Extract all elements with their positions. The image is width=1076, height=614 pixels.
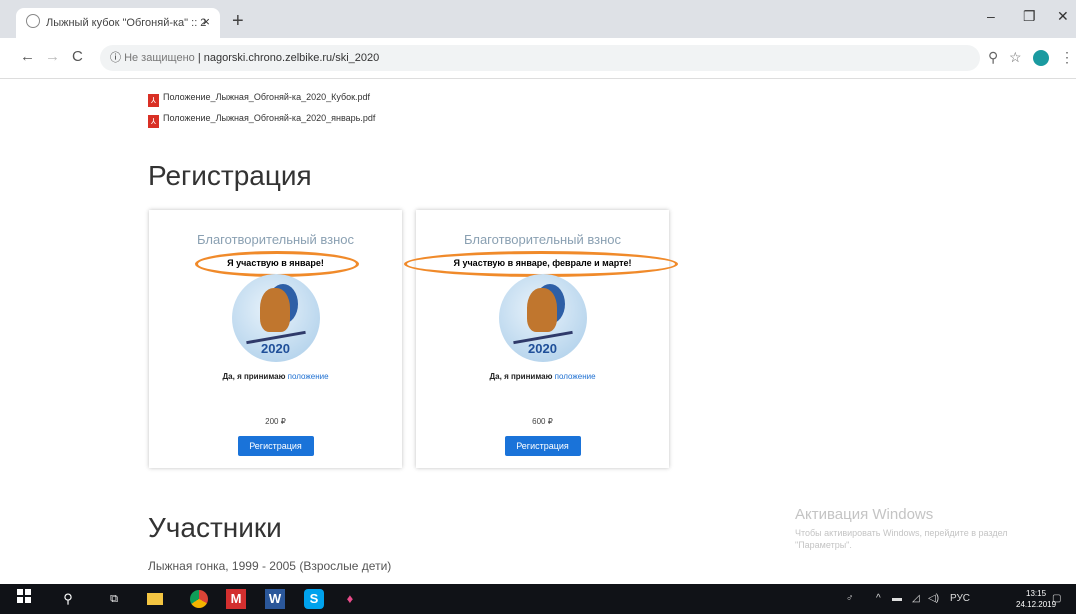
regulations-link[interactable]: положение: [288, 372, 329, 381]
reload-button[interactable]: C: [72, 48, 83, 65]
price: 200 ₽: [265, 417, 286, 426]
start-button[interactable]: [14, 589, 34, 609]
browser-toolbar: ← → C ⓘ Не защищено | nagorski.chrono.ze…: [0, 38, 1076, 79]
tab-title: Лыжный кубок "Обгоняй-ка" :: 2: [46, 17, 207, 29]
minimize-button[interactable]: –: [987, 8, 995, 24]
search-icon[interactable]: ⚲: [58, 589, 78, 609]
category-label: Лыжная гонка, 1999 - 2005 (Взрослые дети…: [148, 559, 392, 573]
registration-heading: Регистрация: [148, 160, 312, 191]
skype-icon[interactable]: S: [304, 589, 324, 609]
notifications-icon[interactable]: ▢: [1052, 593, 1061, 604]
address-bar[interactable]: ⓘ Не защищено | nagorski.chrono.zelbike.…: [100, 45, 980, 71]
zoom-icon[interactable]: ⚲: [988, 49, 998, 66]
maximize-button[interactable]: ❐: [1023, 8, 1036, 25]
mail-app-icon[interactable]: M: [226, 589, 246, 609]
pdf-link-2[interactable]: ⅄ Положение_Лыжная_Обгоняй-ка_2020_январь…: [148, 113, 375, 128]
windows-activation-watermark: Активация Windows Чтобы активировать Win…: [795, 506, 1008, 550]
pdf-icon: ⅄: [148, 94, 159, 107]
logo-year: 2020: [261, 341, 290, 356]
tray-chevron-icon[interactable]: ^: [876, 593, 881, 604]
card-title: Благотворительный взнос: [196, 232, 355, 247]
registration-card-season: Благотворительный взнос Я участвую в янв…: [404, 210, 678, 468]
system-clock[interactable]: 13:15 24.12.2019: [1016, 588, 1056, 610]
word-icon[interactable]: W: [265, 589, 285, 609]
info-icon[interactable]: ⓘ: [110, 52, 124, 64]
register-button[interactable]: Регистрация: [237, 436, 314, 456]
insecure-label: Не защищено: [124, 52, 195, 64]
volume-icon[interactable]: ◁): [928, 593, 939, 604]
profile-avatar[interactable]: [1033, 50, 1049, 66]
browser-menu-icon[interactable]: ⋮: [1060, 49, 1074, 66]
logo-year: 2020: [528, 341, 557, 356]
pdf-icon: ⅄: [148, 115, 159, 128]
participants-heading: Участники: [148, 512, 282, 543]
battery-icon[interactable]: ▬: [892, 593, 902, 604]
registration-card-january: Благотворительный взнос Я участвую в янв…: [149, 210, 402, 468]
tab-close-icon[interactable]: ×: [202, 14, 210, 29]
new-tab-button[interactable]: +: [232, 10, 244, 33]
agree-text: Да, я принимаю положение: [222, 372, 329, 381]
page-favicon-icon: [26, 14, 40, 28]
register-button[interactable]: Регистрация: [504, 436, 581, 456]
url-text[interactable]: nagorski.chrono.zelbike.ru/ski_2020: [204, 52, 380, 64]
file-explorer-icon[interactable]: [145, 589, 165, 609]
bookmark-star-icon[interactable]: ☆: [1009, 49, 1022, 66]
pdf-link-1[interactable]: ⅄ Положение_Лыжная_Обгоняй-ка_2020_Кубок.…: [148, 92, 370, 107]
network-icon[interactable]: ◿: [912, 593, 920, 604]
regulations-link[interactable]: положение: [555, 372, 596, 381]
forward-button[interactable]: →: [45, 48, 60, 65]
windows-taskbar: ⚲ ⧉ M W S ♦ ♂ ^ ▬ ◿ ◁) РУС 13:15 24.12.2…: [0, 584, 1076, 614]
close-window-button[interactable]: ✕: [1057, 8, 1069, 25]
event-logo-image: 2020: [231, 274, 320, 362]
back-button[interactable]: ←: [20, 48, 35, 65]
task-view-icon[interactable]: ⧉: [104, 589, 124, 609]
event-logo-image: 2020: [498, 274, 587, 362]
people-icon[interactable]: ♂: [846, 593, 854, 604]
language-indicator[interactable]: РУС: [950, 593, 970, 604]
agree-text: Да, я принимаю положение: [489, 372, 596, 381]
maps-app-icon[interactable]: ♦: [340, 589, 360, 609]
price: 600 ₽: [532, 417, 553, 426]
browser-tab[interactable]: Лыжный кубок "Обгоняй-ка" :: 2 ×: [16, 8, 220, 38]
browser-tab-bar: Лыжный кубок "Обгоняй-ка" :: 2 × + – ❐ ✕: [0, 0, 1076, 38]
chrome-icon[interactable]: [184, 589, 214, 609]
card-title: Благотворительный взнос: [463, 232, 622, 247]
